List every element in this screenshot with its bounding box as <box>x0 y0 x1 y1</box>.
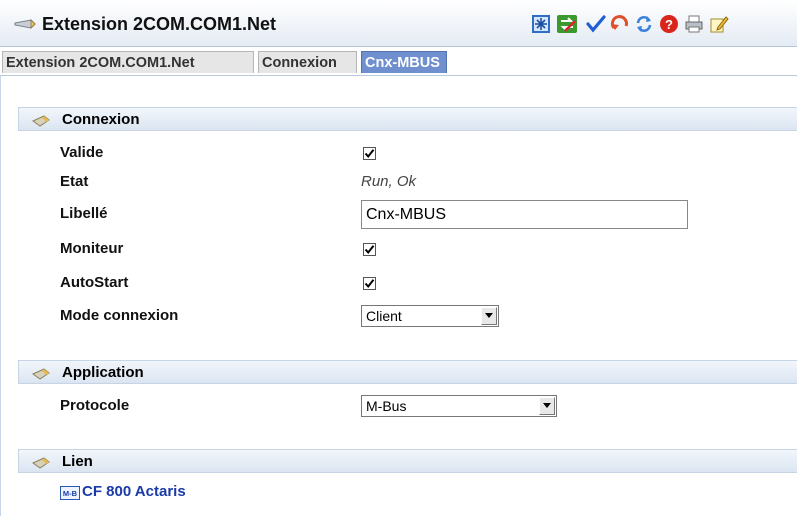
left-border <box>0 76 1 516</box>
checkmark-icon <box>364 149 375 159</box>
valide-label: Valide <box>60 144 104 161</box>
mode-connexion-select[interactable]: Client <box>361 305 499 327</box>
section-application-header[interactable]: Application <box>18 360 797 384</box>
valide-checkbox[interactable] <box>363 147 376 160</box>
refresh-green-icon[interactable] <box>556 13 578 35</box>
pencil-icon <box>14 17 36 34</box>
moniteur-label: Moniteur <box>60 240 124 257</box>
edit-icon[interactable] <box>708 13 730 35</box>
autostart-label: AutoStart <box>60 274 129 291</box>
chevron-down-icon <box>485 313 493 318</box>
moniteur-checkbox[interactable] <box>363 243 376 256</box>
lien-link-label[interactable]: CF 800 Actaris <box>82 483 186 500</box>
protocole-select[interactable]: M-Bus <box>361 395 557 417</box>
window-title: Extension 2COM.COM1.Net <box>42 14 277 34</box>
checkmark-icon <box>364 245 375 255</box>
dropdown-button[interactable] <box>539 397 555 415</box>
help-icon[interactable]: ? <box>658 13 680 35</box>
autostart-checkbox[interactable] <box>363 277 376 290</box>
window-titlebar: Extension 2COM.COM1.Net ? <box>0 0 797 47</box>
mode-connexion-label: Mode connexion <box>60 307 179 324</box>
protocole-label: Protocole <box>60 397 130 414</box>
undo-icon[interactable] <box>609 13 631 35</box>
etat-value: Run, Ok <box>361 173 417 190</box>
section-title: Application <box>62 364 144 381</box>
mbus-icon-text: M-B <box>63 489 78 498</box>
checkmark-icon <box>364 279 375 289</box>
dropdown-button[interactable] <box>481 307 497 325</box>
svg-text:?: ? <box>665 17 673 32</box>
libelle-label: Libellé <box>60 205 108 222</box>
pencil-icon <box>32 114 52 131</box>
section-title: Lien <box>62 453 93 470</box>
mbus-device-icon: M-B <box>60 486 80 500</box>
network-icon[interactable] <box>530 13 552 35</box>
libelle-input[interactable] <box>361 200 688 229</box>
protocole-value: M-Bus <box>366 398 407 414</box>
check-icon[interactable] <box>585 13 607 35</box>
tab-extension[interactable]: Extension 2COM.COM1.Net <box>2 51 254 73</box>
section-lien-header[interactable]: Lien <box>18 449 797 473</box>
tab-cnx-mbus[interactable]: Cnx-MBUS <box>361 51 447 73</box>
section-title: Connexion <box>62 111 140 128</box>
reload-icon[interactable] <box>633 13 655 35</box>
etat-label: Etat <box>60 173 89 190</box>
tab-bar: Extension 2COM.COM1.Net Connexion Cnx-MB… <box>0 47 797 76</box>
section-connexion-header[interactable]: Connexion <box>18 107 797 131</box>
pencil-icon <box>32 367 52 384</box>
chevron-down-icon <box>543 403 551 408</box>
tab-connexion[interactable]: Connexion <box>258 51 357 73</box>
pencil-icon <box>32 456 52 473</box>
mode-connexion-value: Client <box>366 308 402 324</box>
print-icon[interactable] <box>683 13 705 35</box>
